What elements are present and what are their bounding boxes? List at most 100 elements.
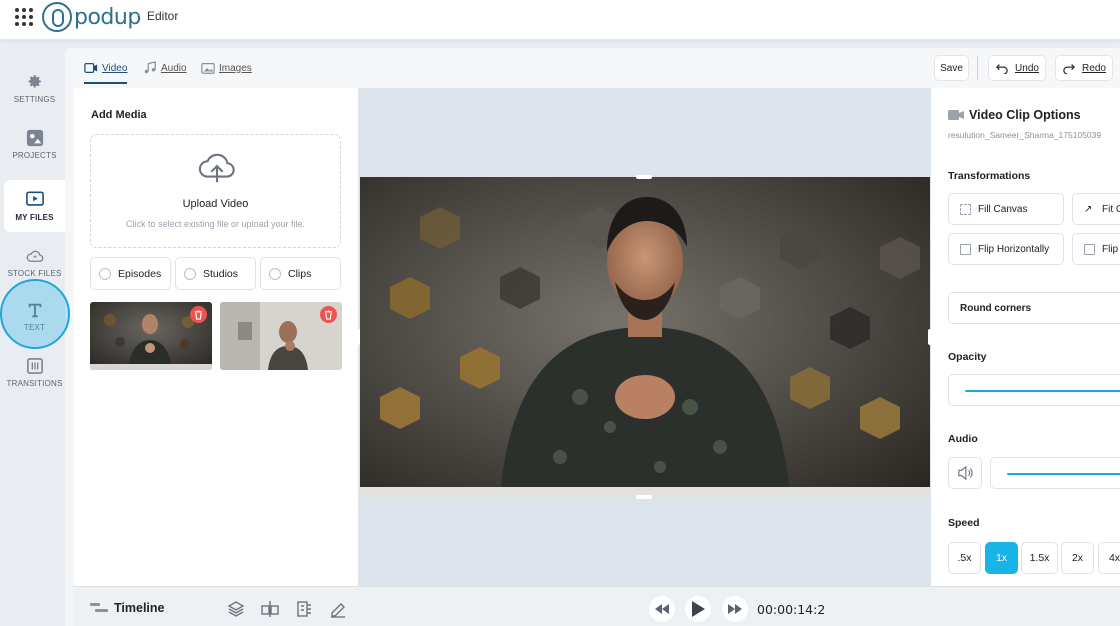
toolbar-divider <box>977 56 978 80</box>
speed-label: .5x <box>957 552 972 564</box>
video-clip-options-panel: Video Clip Options resulution_Sameer_Sha… <box>931 88 1120 586</box>
sidebar-item-text[interactable]: TEXT <box>4 290 65 342</box>
volume-slider-track <box>1007 473 1120 475</box>
projects-icon <box>26 129 44 147</box>
delete-thumbnail-button[interactable] <box>320 306 337 323</box>
undo-label: Undo <box>1015 62 1039 74</box>
speaker-icon <box>958 466 973 480</box>
flip-horizontal-icon <box>960 243 971 255</box>
speed-1-5x-button[interactable]: 1.5x <box>1021 542 1058 574</box>
speed-1x-button[interactable]: 1x <box>985 542 1018 574</box>
flip-vertical-icon <box>1084 243 1095 255</box>
split-tool-button[interactable] <box>257 596 283 622</box>
tab-video[interactable]: Video <box>84 58 128 84</box>
filter-studios[interactable]: Studios <box>175 257 256 290</box>
volume-slider[interactable] <box>990 457 1120 489</box>
rewind-button[interactable] <box>649 596 675 622</box>
sidebar-item-label: PROJECTS <box>12 150 57 160</box>
fit-canvas-button[interactable]: ↗ Fit C <box>1072 193 1120 225</box>
sidebar-item-label: TRANSITIONS <box>6 378 63 388</box>
sidebar-item-label: STOCK FILES <box>7 268 62 278</box>
fast-forward-icon <box>728 604 742 614</box>
speed-label: 1x <box>995 552 1008 564</box>
trim-tool-button[interactable] <box>291 596 317 622</box>
fill-canvas-icon <box>960 203 971 215</box>
breadcrumb: Editor <box>147 9 179 23</box>
top-bar: podup › Editor <box>0 0 1120 40</box>
save-label: Save <box>940 62 963 74</box>
tab-audio[interactable]: Audio <box>143 58 187 78</box>
resize-handle-top[interactable] <box>636 175 652 179</box>
clip-thumbnail-1[interactable] <box>90 302 212 370</box>
filter-label: Studios <box>203 267 239 280</box>
edit-tool-button[interactable] <box>325 596 351 622</box>
speed-0-5x-button[interactable]: .5x <box>948 542 981 574</box>
upload-subtitle: Click to select existing file or upload … <box>125 219 306 229</box>
round-corners-label: Round corners <box>960 302 1032 314</box>
save-button[interactable]: Save <box>934 55 969 81</box>
media-panel-title: Add Media <box>91 109 147 121</box>
podup-logo[interactable]: podup <box>42 2 141 32</box>
resize-handle-bottom[interactable] <box>636 495 652 499</box>
resize-handle-left[interactable] <box>356 329 360 345</box>
split-icon <box>261 601 279 617</box>
fast-forward-button[interactable] <box>722 596 748 622</box>
clip-thumbnail-2[interactable] <box>220 302 342 370</box>
rewind-icon <box>655 604 669 614</box>
mute-button[interactable] <box>948 457 982 489</box>
button-label: Flip <box>1102 243 1119 255</box>
sidebar-item-stock-files[interactable]: STOCK FILES <box>4 236 65 288</box>
speed-label: 2x <box>1071 552 1084 564</box>
sidebar-item-projects[interactable]: PROJECTS <box>4 118 65 170</box>
trash-icon <box>324 309 333 320</box>
cloud-upload-icon <box>198 153 235 183</box>
filter-clips[interactable]: Clips <box>260 257 341 290</box>
upload-video-dropzone[interactable]: Upload Video Click to select existing fi… <box>90 134 341 248</box>
my-files-icon <box>25 191 44 209</box>
sidebar-item-my-files[interactable]: MY FILES <box>4 180 65 232</box>
redo-button[interactable]: Redo <box>1055 55 1113 81</box>
opacity-heading: Opacity <box>948 351 987 363</box>
filter-episodes[interactable]: Episodes <box>90 257 171 290</box>
sidebar-item-label: TEXT <box>23 322 46 332</box>
flip-vertically-button[interactable]: Flip <box>1072 233 1120 265</box>
text-icon <box>26 301 44 319</box>
delete-thumbnail-button[interactable] <box>190 306 207 323</box>
timeline-title[interactable]: Timeline <box>90 601 164 615</box>
timecode-display: 00:00:14:2 <box>757 602 826 617</box>
undo-button[interactable]: Undo <box>988 55 1046 81</box>
chevron-right-icon: › <box>136 10 140 21</box>
logo-text: podup <box>74 4 141 30</box>
flip-horizontally-button[interactable]: Flip Horizontally <box>948 233 1064 265</box>
video-icon <box>84 63 98 73</box>
sidebar-item-transitions[interactable]: TRANSITIONS <box>4 346 65 398</box>
timeline-icon <box>90 603 108 612</box>
tab-images[interactable]: Images <box>201 58 252 78</box>
radio-icon <box>99 267 111 280</box>
music-note-icon <box>144 61 156 74</box>
trim-icon <box>297 601 311 617</box>
sidebar-item-settings[interactable]: SETTINGS <box>4 62 65 114</box>
speed-4x-button[interactable]: 4x <box>1098 542 1120 574</box>
video-frame <box>360 177 930 497</box>
video-preview[interactable] <box>360 177 930 497</box>
round-corners-toggle[interactable]: Round corners <box>948 292 1120 324</box>
edit-icon <box>331 603 345 618</box>
app-grid-icon[interactable] <box>15 8 33 26</box>
transitions-icon <box>26 357 44 375</box>
layers-tool-button[interactable] <box>223 596 249 622</box>
opacity-slider[interactable] <box>948 374 1120 406</box>
tab-label: Audio <box>161 62 187 74</box>
add-media-panel: Add Media Upload Video Click to select e… <box>74 88 358 586</box>
play-button[interactable] <box>685 596 711 622</box>
speed-heading: Speed <box>948 517 980 529</box>
audio-heading: Audio <box>948 433 978 445</box>
sidebar-item-label: SETTINGS <box>13 94 56 104</box>
fill-canvas-button[interactable]: Fill Canvas <box>948 193 1064 225</box>
trash-icon <box>194 309 203 320</box>
redo-icon <box>1063 64 1076 74</box>
tab-label: Video <box>102 62 128 74</box>
speed-2x-button[interactable]: 2x <box>1061 542 1094 574</box>
layers-icon <box>227 601 245 617</box>
undo-icon <box>995 64 1008 74</box>
